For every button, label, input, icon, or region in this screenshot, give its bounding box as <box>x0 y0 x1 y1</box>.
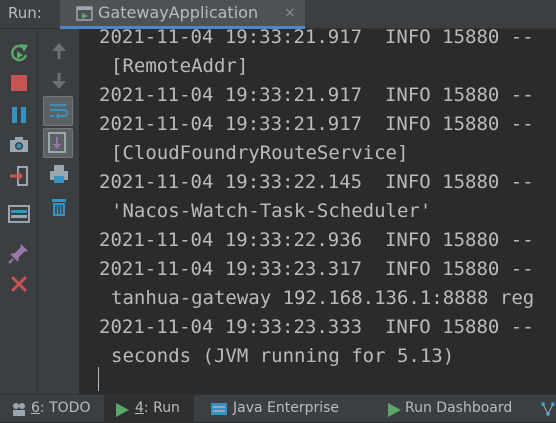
layout-icon[interactable] <box>7 202 31 226</box>
console-line: 2021-11-04 19:33:22.145 INFO 15880 -- <box>99 171 534 193</box>
todo-tab[interactable]: 6: TODO <box>0 395 100 423</box>
tab-title: GatewayApplication <box>98 3 259 22</box>
console-line: [CloudFoundryRouteService] <box>111 142 409 164</box>
run-dashboard-label: Run Dashboard <box>405 400 513 416</box>
java-enterprise-label: Java Enterprise <box>233 400 340 416</box>
run-label: : Run <box>143 400 180 416</box>
console-line: [RemoteAddr] <box>111 55 249 77</box>
application-icon <box>76 5 94 27</box>
console-line: 2021-11-04 19:33:21.917 INFO 15880 -- <box>99 113 534 135</box>
print-icon[interactable] <box>47 162 71 186</box>
login-icon[interactable] <box>7 164 31 188</box>
soft-wrap-toggle[interactable] <box>43 96 73 126</box>
console-line: 'Nacos-Watch-Task-Scheduler' <box>111 200 432 222</box>
arrow-up-icon[interactable] <box>47 39 71 63</box>
run-shortcut: 4 <box>135 400 144 416</box>
run-dashboard-icon <box>386 402 402 422</box>
console-line: 2021-11-04 19:33:21.917 INFO 15880 -- <box>99 84 534 106</box>
console-line: 2021-11-04 19:33:21.917 INFO 15880 -- <box>99 29 534 48</box>
console-line: seconds (JVM running for 5.13) <box>111 345 455 367</box>
structure-tab[interactable] <box>538 395 556 423</box>
console-output[interactable]: 2021-11-04 19:33:21.917 INFO 15880 -- [R… <box>80 29 556 394</box>
run-icon <box>114 402 130 422</box>
console-line: 2021-11-04 19:33:23.333 INFO 15880 -- <box>99 316 534 338</box>
java-enterprise-icon <box>210 401 228 421</box>
arrow-down-icon[interactable] <box>47 69 71 93</box>
stop-icon[interactable] <box>7 71 31 95</box>
pause-icon[interactable] <box>7 103 31 127</box>
soft-wrap-icon <box>50 104 68 119</box>
pin-icon[interactable] <box>7 241 31 265</box>
rerun-icon[interactable] <box>7 41 31 65</box>
text-caret <box>98 367 99 391</box>
console-actions-toolbar <box>38 29 80 394</box>
console-line: tanhua-gateway 192.168.136.1:8888 reg <box>111 287 535 309</box>
console-line: 2021-11-04 19:33:23.317 INFO 15880 -- <box>99 258 534 280</box>
console-line: 2021-11-04 19:33:22.936 INFO 15880 -- <box>99 229 534 251</box>
scroll-to-end-icon <box>48 132 66 153</box>
java-enterprise-tab[interactable]: Java Enterprise <box>204 395 364 423</box>
close-icon[interactable]: × <box>284 5 296 21</box>
todo-icon <box>10 401 28 421</box>
structure-icon <box>540 401 556 421</box>
run-tab[interactable]: 4: Run <box>104 395 194 423</box>
tool-window-bar: 6: TODO 4: Run Java Enterprise Run Dashb… <box>0 394 556 423</box>
close-icon[interactable] <box>7 272 31 296</box>
camera-icon[interactable] <box>7 133 31 157</box>
tab-gateway-application[interactable]: GatewayApplication × <box>60 0 305 29</box>
scroll-to-end-toggle[interactable] <box>43 128 73 158</box>
run-dashboard-tab[interactable]: Run Dashboard <box>378 395 528 423</box>
run-tool-window-header: Run: GatewayApplication × <box>0 0 556 29</box>
todo-shortcut: 6 <box>31 400 40 416</box>
run-label: Run: <box>8 4 42 22</box>
run-actions-toolbar <box>0 29 38 394</box>
trash-icon[interactable] <box>47 195 71 219</box>
todo-label: : TODO <box>39 400 91 416</box>
